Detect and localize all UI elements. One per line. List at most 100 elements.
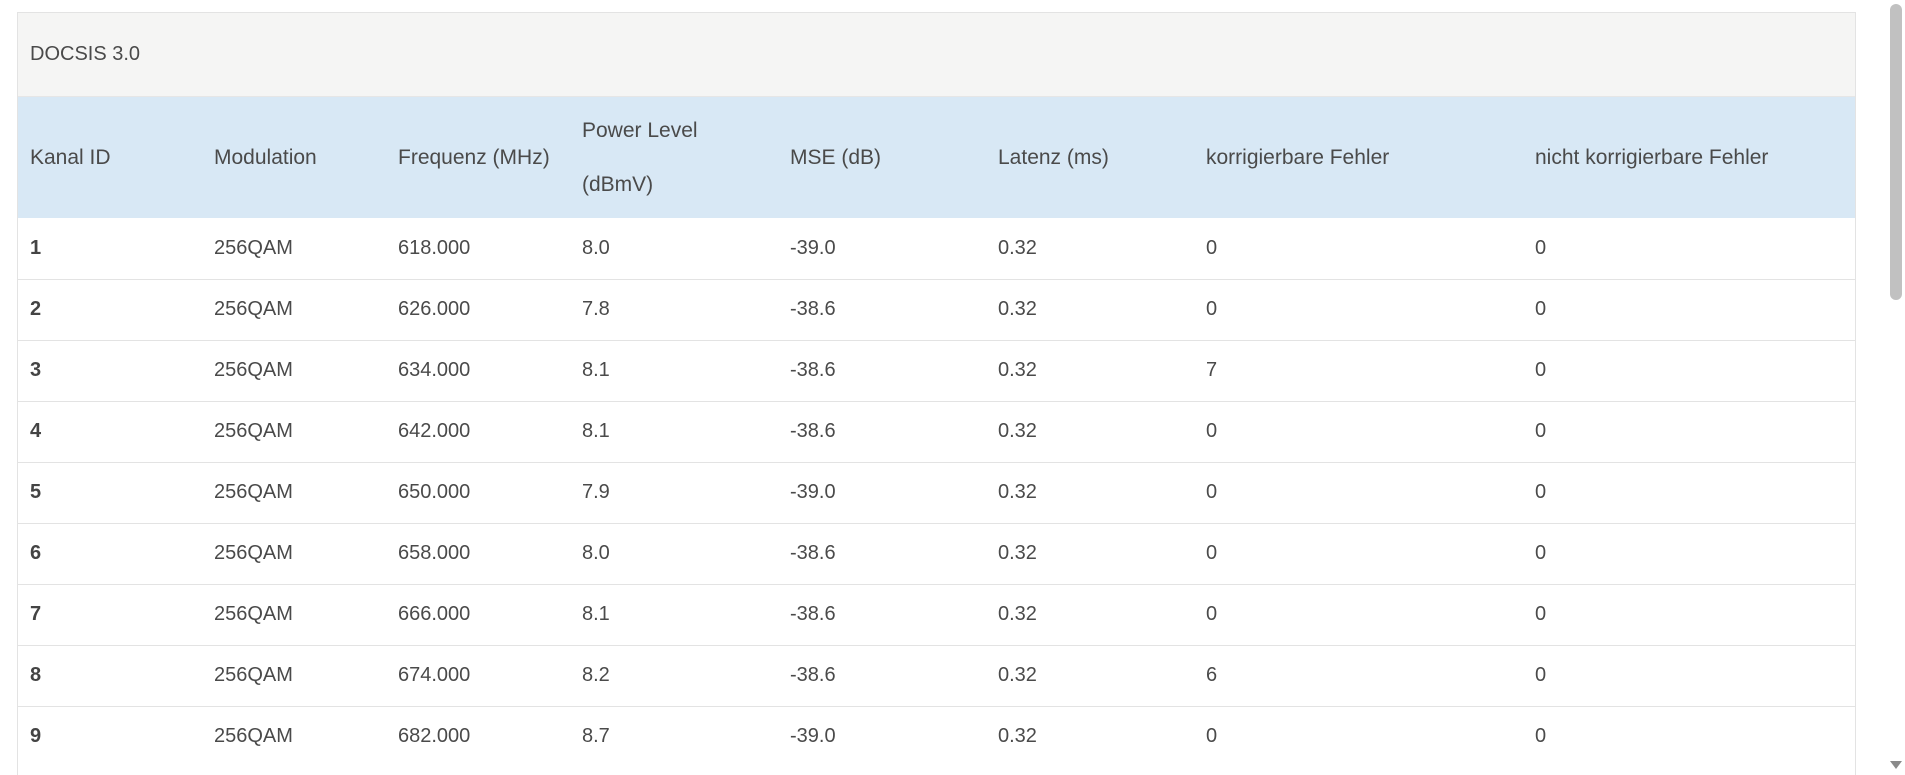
- table-row: 8 256QAM 674.000 8.2 -38.6 0.32 6 0: [18, 644, 1855, 706]
- table-row: 2 256QAM 626.000 7.8 -38.6 0.32 0 0: [18, 278, 1855, 340]
- cell-korrigierbar: 0: [1194, 583, 1523, 645]
- cell-modulation: 256QAM: [202, 461, 386, 523]
- header-kanal-id[interactable]: Kanal ID: [18, 97, 202, 218]
- header-latenz[interactable]: Latenz (ms): [986, 97, 1194, 218]
- cell-power-level: 8.2: [570, 644, 778, 706]
- cell-power-level: 8.0: [570, 522, 778, 584]
- channel-table: Kanal ID Modulation Frequenz (MHz) Power…: [18, 97, 1855, 767]
- cell-korrigierbar: 0: [1194, 522, 1523, 584]
- cell-korrigierbar: 0: [1194, 705, 1523, 767]
- cell-korrigierbar: 0: [1194, 461, 1523, 523]
- cell-latenz: 0.32: [998, 236, 1037, 259]
- cell-kanal-id: 3: [18, 339, 202, 401]
- panel-title: DOCSIS 3.0: [18, 13, 1855, 97]
- cell-kanal-id: 2: [18, 278, 202, 340]
- cell-korrigierbar: 7: [1194, 339, 1523, 401]
- cell-modulation: 256QAM: [202, 400, 386, 462]
- cell-mse: -38.6: [778, 522, 986, 584]
- cell-kanal-id: 6: [18, 522, 202, 584]
- viewport: DOCSIS 3.0 Kanal ID Modulation Frequenz …: [0, 0, 1905, 775]
- cell-kanal-id: 9: [18, 705, 202, 767]
- header-korrigierbar[interactable]: korrigierbare Fehler: [1194, 97, 1523, 218]
- cell-kanal-id: 4: [18, 400, 202, 462]
- cell-korrigierbar: 6: [1194, 644, 1523, 706]
- table-row: 3 256QAM 634.000 8.1 -38.6 0.32 7 0: [18, 339, 1855, 401]
- cell-nicht-korrigierbar: 0: [1535, 236, 1547, 259]
- table-row: 9 256QAM 682.000 8.7 -39.0 0.32 0 0: [18, 705, 1855, 767]
- cell-mse: -39.0: [778, 461, 986, 523]
- cell-korrigierbar: 0: [1194, 278, 1523, 340]
- cell-nicht-korrigierbar: 0: [1523, 278, 1855, 340]
- table-row: 6 256QAM 658.000 8.0 -38.6 0.32 0 0: [18, 522, 1855, 584]
- cell-modulation: 256QAM: [202, 705, 386, 767]
- cell-power-level: 8.1: [570, 339, 778, 401]
- cell-nicht-korrigierbar: 0: [1523, 400, 1855, 462]
- table-row: 5 256QAM 650.000 7.9 -39.0 0.32 0 0: [18, 461, 1855, 523]
- header-power-level-line2: (dBmV): [582, 172, 654, 196]
- cell-frequenz: 658.000: [386, 522, 570, 584]
- cell-frequenz: 674.000: [386, 644, 570, 706]
- cell-frequenz: 682.000: [386, 705, 570, 767]
- header-power-level[interactable]: Power Level (dBmV): [570, 97, 778, 218]
- docsis-panel: DOCSIS 3.0 Kanal ID Modulation Frequenz …: [17, 12, 1856, 775]
- cell-frequenz: 650.000: [386, 461, 570, 523]
- cell-latenz: 0.32: [986, 583, 1194, 645]
- cell-nicht-korrigierbar: 0: [1523, 644, 1855, 706]
- cell-latenz: 0.32: [986, 461, 1194, 523]
- cell-mse: -38.6: [778, 400, 986, 462]
- table-body: 1 256QAM 618.000 8.0 -39.0 0.32 0 0 2 256QAM 626.0…: [18, 218, 1855, 767]
- cell-mse: -39.0: [790, 236, 836, 259]
- header-nicht-korrigierbar[interactable]: nicht korrigierbare Fehler: [1523, 97, 1855, 218]
- cell-power-level: 8.1: [570, 583, 778, 645]
- cell-kanal-id: 5: [18, 461, 202, 523]
- cell-latenz: 0.32: [986, 339, 1194, 401]
- cell-modulation: 256QAM: [214, 236, 293, 259]
- cell-latenz: 0.32: [986, 522, 1194, 584]
- table-header-row: Kanal ID Modulation Frequenz (MHz) Power…: [18, 97, 1855, 218]
- cell-modulation: 256QAM: [202, 278, 386, 340]
- cell-nicht-korrigierbar: 0: [1523, 522, 1855, 584]
- cell-latenz: 0.32: [986, 400, 1194, 462]
- cell-mse: -39.0: [778, 705, 986, 767]
- cell-power-level: 8.1: [570, 400, 778, 462]
- cell-frequenz: 634.000: [386, 339, 570, 401]
- cell-nicht-korrigierbar: 0: [1523, 705, 1855, 767]
- cell-modulation: 256QAM: [202, 644, 386, 706]
- table-row: 1 256QAM 618.000 8.0 -39.0 0.32 0 0: [18, 218, 1855, 279]
- cell-mse: -38.6: [778, 644, 986, 706]
- cell-modulation: 256QAM: [202, 522, 386, 584]
- cell-kanal-id: 8: [18, 644, 202, 706]
- cell-mse: -38.6: [778, 583, 986, 645]
- cell-power-level: 8.7: [570, 705, 778, 767]
- chevron-down-icon[interactable]: [1890, 761, 1902, 769]
- cell-latenz: 0.32: [986, 644, 1194, 706]
- cell-latenz: 0.32: [986, 278, 1194, 340]
- scrollbar-thumb[interactable]: [1890, 4, 1902, 300]
- header-mse[interactable]: MSE (dB): [778, 97, 986, 218]
- cell-frequenz: 666.000: [386, 583, 570, 645]
- cell-korrigierbar: 0: [1194, 400, 1523, 462]
- cell-modulation: 256QAM: [202, 583, 386, 645]
- cell-frequenz: 618.000: [398, 236, 471, 259]
- cell-kanal-id: 7: [18, 583, 202, 645]
- cell-power-level: 7.9: [570, 461, 778, 523]
- cell-latenz: 0.32: [986, 705, 1194, 767]
- cell-mse: -38.6: [778, 278, 986, 340]
- table-row: 7 256QAM 666.000 8.1 -38.6 0.32 0 0: [18, 583, 1855, 645]
- cell-nicht-korrigierbar: 0: [1523, 583, 1855, 645]
- table-row: 4 256QAM 642.000 8.1 -38.6 0.32 0 0: [18, 400, 1855, 462]
- header-frequenz[interactable]: Frequenz (MHz): [386, 97, 570, 218]
- cell-power-level: 7.8: [570, 278, 778, 340]
- cell-mse: -38.6: [778, 339, 986, 401]
- cell-frequenz: 642.000: [386, 400, 570, 462]
- scrollbar[interactable]: [1885, 0, 1905, 775]
- cell-power-level: 8.0: [582, 236, 610, 259]
- cell-frequenz: 626.000: [386, 278, 570, 340]
- header-power-level-line1: Power Level: [582, 118, 698, 142]
- cell-korrigierbar: 0: [1206, 236, 1218, 259]
- cell-modulation: 256QAM: [202, 339, 386, 401]
- cell-kanal-id: 1: [30, 236, 42, 259]
- cell-nicht-korrigierbar: 0: [1523, 461, 1855, 523]
- cell-nicht-korrigierbar: 0: [1523, 339, 1855, 401]
- header-modulation[interactable]: Modulation: [202, 97, 386, 218]
